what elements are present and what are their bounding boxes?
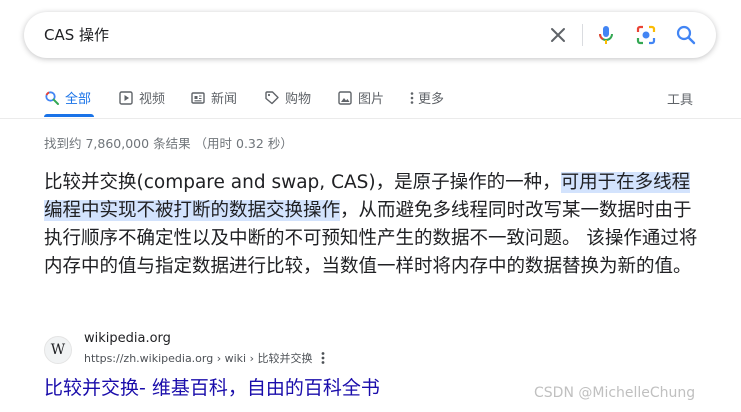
tab-label: 全部 <box>65 92 92 107</box>
more-vert-icon <box>408 90 416 106</box>
tab-label: 图片 <box>358 92 385 107</box>
watermark: CSDN @MichelleChung <box>534 385 696 401</box>
search-input[interactable] <box>44 25 524 43</box>
tools-button[interactable]: 工具 <box>667 89 693 108</box>
search-bar[interactable] <box>24 12 716 58</box>
site-name: wikipedia.org <box>84 331 171 346</box>
tab-label: 购物 <box>285 92 312 107</box>
mic-icon[interactable] <box>594 23 618 47</box>
tab-images[interactable]: 图片 <box>337 88 384 107</box>
news-icon <box>190 90 206 106</box>
result-stats: 找到约 7,860,000 条结果 （用时 0.32 秒） <box>44 136 293 151</box>
tab-label: 视频 <box>139 92 166 107</box>
search-icon[interactable] <box>674 23 698 47</box>
wikipedia-favicon: W <box>44 336 72 364</box>
snippet-text: 比较并交换(compare and swap, CAS)，是原子操作的一种， <box>44 172 561 193</box>
active-tab-indicator <box>44 114 94 117</box>
tab-shopping[interactable]: 购物 <box>264 88 311 107</box>
tab-videos[interactable]: 视频 <box>118 88 165 107</box>
search-tabs: 全部 视频 新闻 购物 图片 更多 <box>44 88 704 108</box>
result-source[interactable]: W wikipedia.org https://zh.wikipedia.org… <box>44 331 444 367</box>
tab-label: 更多 <box>418 92 445 107</box>
tag-icon <box>264 90 280 106</box>
clear-icon[interactable] <box>546 23 570 47</box>
tab-more[interactable]: 更多 <box>408 88 444 107</box>
image-icon <box>337 90 353 106</box>
tab-label: 新闻 <box>211 92 238 107</box>
tab-all[interactable]: 全部 <box>44 88 91 107</box>
search-divider <box>582 24 583 46</box>
more-options-icon[interactable] <box>318 350 328 366</box>
lens-icon[interactable] <box>634 23 658 47</box>
tabs-divider <box>0 118 741 119</box>
search-icon <box>44 90 60 106</box>
site-url: https://zh.wikipedia.org › wiki › 比较并交换 <box>84 352 313 365</box>
tab-news[interactable]: 新闻 <box>190 88 237 107</box>
play-icon <box>118 90 134 106</box>
result-title-link[interactable]: 比较并交换- 维基百科，自由的百科全书 <box>44 373 380 400</box>
featured-snippet: 比较并交换(compare and swap, CAS)，是原子操作的一种，可用… <box>44 169 704 281</box>
